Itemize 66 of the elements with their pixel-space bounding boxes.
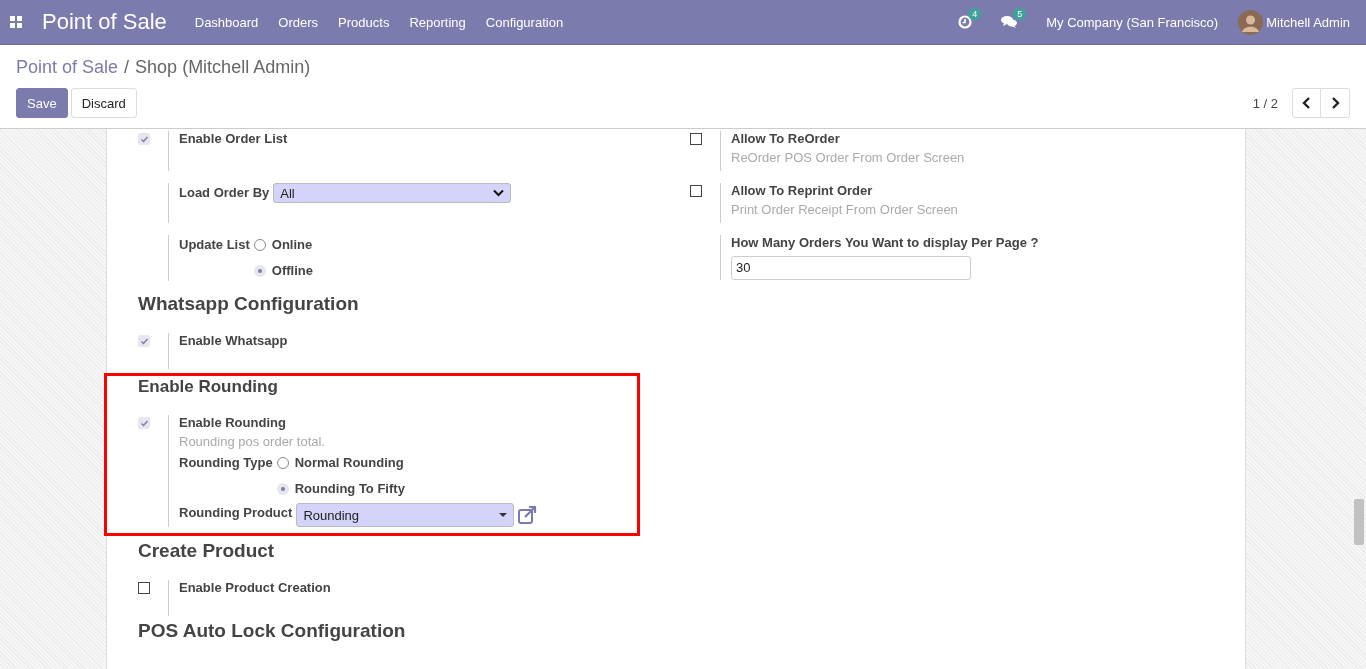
breadcrumb-current: Shop (Mitchell Admin) bbox=[135, 57, 311, 78]
checkbox[interactable] bbox=[138, 582, 150, 594]
breadcrumb-link[interactable]: Point of Sale bbox=[16, 57, 119, 78]
setting-label: Enable Order List bbox=[179, 131, 288, 146]
setting-label: Enable Rounding bbox=[179, 415, 287, 430]
chevron-left-icon bbox=[1302, 97, 1311, 109]
company-switcher[interactable]: My Company (San Francisco) bbox=[1046, 14, 1219, 30]
clock-icon[interactable] bbox=[958, 15, 973, 29]
count-badge: 5 bbox=[1013, 8, 1027, 20]
apps-menu-icon[interactable] bbox=[10, 16, 22, 28]
radio-button[interactable] bbox=[253, 239, 266, 251]
menu-item[interactable]: Orders bbox=[278, 14, 319, 30]
radio-label: Offline bbox=[271, 262, 313, 280]
check-icon bbox=[140, 135, 149, 143]
radio-button[interactable] bbox=[253, 265, 266, 277]
checkbox[interactable] bbox=[138, 133, 150, 145]
section-heading: Whatsapp Configuration bbox=[138, 293, 360, 315]
section-heading: POS Auto Lock Configuration bbox=[138, 620, 407, 642]
field-label: Update List bbox=[179, 236, 250, 254]
user-name[interactable]: Mitchell Admin bbox=[1266, 14, 1350, 30]
pager-counter: 1 / 2 bbox=[1252, 95, 1278, 111]
checkbox[interactable] bbox=[138, 335, 150, 347]
check-icon bbox=[140, 419, 149, 427]
setting-label: Allow To Reprint Order bbox=[731, 183, 874, 198]
setting-description: Rounding pos order total. bbox=[179, 434, 326, 449]
checkbox[interactable] bbox=[690, 185, 702, 197]
menu-item[interactable]: Products bbox=[338, 14, 390, 30]
radio-button[interactable] bbox=[276, 457, 289, 469]
radio-button[interactable] bbox=[276, 483, 289, 495]
save-button[interactable]: Save bbox=[16, 88, 68, 118]
user-avatar-icon[interactable] bbox=[1238, 9, 1264, 35]
menu-item[interactable]: Dashboard bbox=[194, 14, 259, 30]
text-input-field[interactable]: 30 bbox=[731, 256, 971, 280]
field-label: Rounding Product bbox=[179, 504, 293, 522]
scrollbar-thumb[interactable] bbox=[1354, 499, 1364, 545]
menu-item[interactable]: Configuration bbox=[485, 14, 564, 30]
setting-label: Enable Product Creation bbox=[179, 580, 331, 595]
checkbox[interactable] bbox=[690, 133, 702, 145]
field-label: Load Order By bbox=[179, 184, 270, 202]
radio-label: Rounding To Fifty bbox=[294, 480, 405, 498]
field-label: Rounding Type bbox=[179, 454, 273, 472]
chevron-right-icon bbox=[1330, 97, 1340, 109]
section-heading: Create Product bbox=[138, 540, 276, 562]
checkbox[interactable] bbox=[138, 417, 150, 429]
setting-label: Allow To ReOrder bbox=[731, 131, 841, 146]
dropdown-field[interactable]: All bbox=[273, 183, 512, 203]
app-title[interactable]: Point of Sale bbox=[42, 9, 167, 35]
check-icon bbox=[140, 337, 149, 345]
count-badge: 4 bbox=[968, 8, 982, 20]
discard-button[interactable]: Discard bbox=[70, 88, 137, 118]
section-heading: Enable Rounding bbox=[138, 377, 279, 397]
breadcrumb-separator: / bbox=[124, 57, 130, 78]
setting-description: Print Order Receipt From Order Screen bbox=[731, 202, 958, 217]
dropdown-field[interactable]: Rounding bbox=[296, 503, 515, 527]
caret-icon bbox=[499, 513, 508, 517]
setting-label: Enable Whatsapp bbox=[179, 333, 288, 348]
setting-description: ReOrder POS Order From Order Screen bbox=[731, 150, 965, 165]
radio-label: Normal Rounding bbox=[294, 454, 404, 472]
chat-bubbles-icon[interactable] bbox=[1001, 15, 1018, 29]
chevron-down-icon bbox=[493, 189, 505, 197]
setting-label: How Many Orders You Want to display Per Page ? bbox=[731, 235, 1039, 250]
previous-button[interactable] bbox=[1292, 88, 1321, 118]
menu-item[interactable]: Reporting bbox=[409, 14, 466, 30]
radio-label: Online bbox=[271, 236, 313, 254]
external-link-icon[interactable] bbox=[518, 506, 539, 524]
next-button[interactable] bbox=[1321, 88, 1350, 118]
